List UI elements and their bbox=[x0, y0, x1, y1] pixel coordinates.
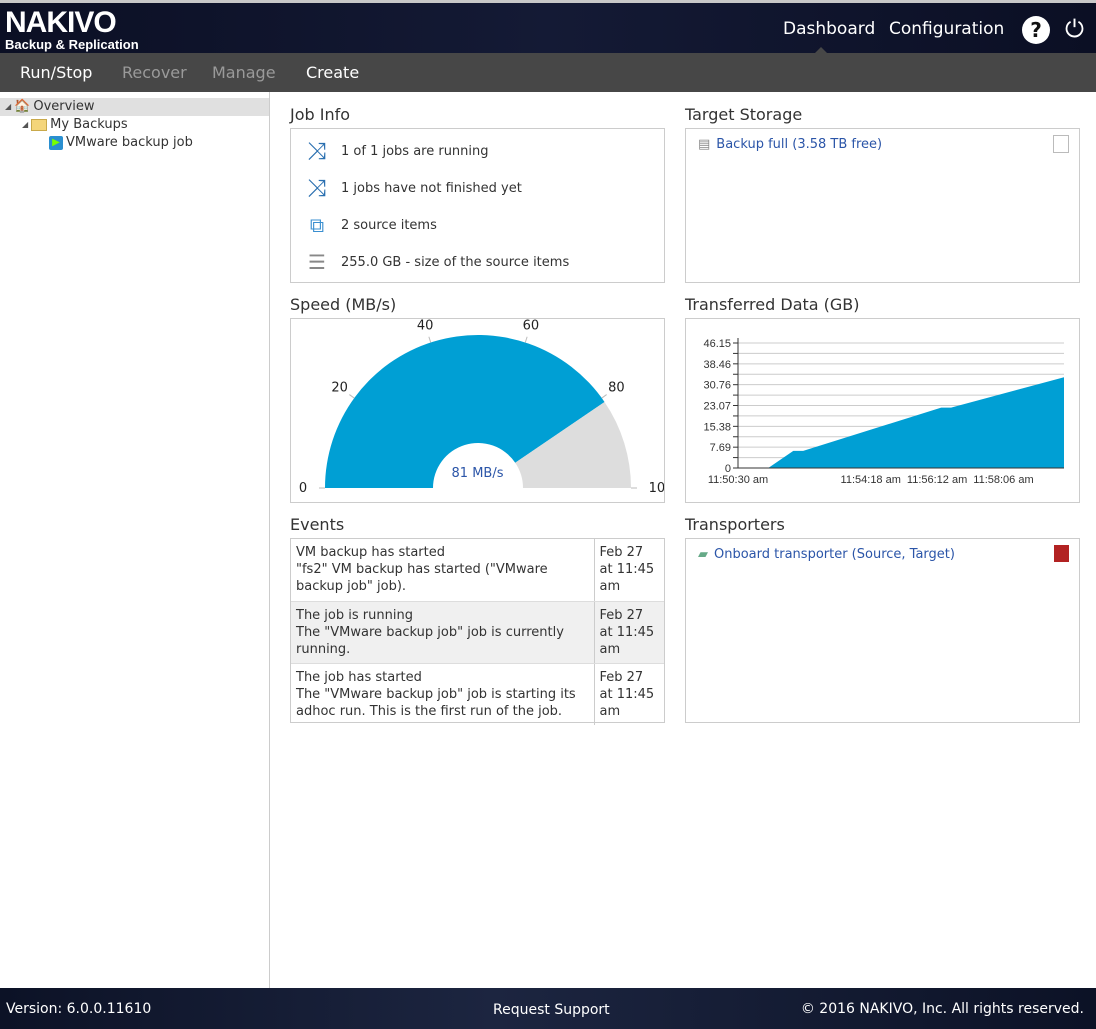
menu-bar: Run/Stop Recover Manage Create bbox=[0, 53, 1096, 92]
power-icon[interactable]: ⏻ bbox=[1065, 15, 1084, 43]
event-date: Feb 27 at 11:45 am bbox=[593, 663, 664, 725]
gauge-tick bbox=[349, 394, 355, 399]
tree-label: My Backups bbox=[50, 117, 128, 132]
gauge-tick-label: 80 bbox=[608, 380, 625, 395]
event-row[interactable]: The job has started The "VMware backup jo… bbox=[291, 663, 664, 725]
storage-item[interactable]: ▤ Backup full (3.58 TB free) bbox=[698, 137, 882, 152]
event-title: The job has started bbox=[296, 669, 422, 685]
gauge-tick-label: 100 bbox=[649, 481, 664, 496]
logo-subtitle: Backup & Replication bbox=[5, 37, 139, 52]
gauge-tick-label: 60 bbox=[523, 319, 540, 333]
storage-status-box bbox=[1053, 135, 1069, 153]
storage-icon: ▤ bbox=[698, 137, 711, 152]
storage-link[interactable]: Backup full (3.58 TB free) bbox=[716, 137, 882, 152]
tree-label: Overview bbox=[33, 99, 95, 114]
y-tick-label: 23.07 bbox=[703, 401, 731, 413]
header: NAKIVO Backup & Replication Dashboard Co… bbox=[0, 0, 1096, 56]
transporters-title: Transporters bbox=[685, 515, 785, 534]
event-title: VM backup has started bbox=[296, 545, 445, 561]
event-row[interactable]: The job is running The "VMware backup job… bbox=[291, 601, 664, 664]
y-tick-label: 38.46 bbox=[703, 359, 731, 371]
event-desc: The "VMware backup job" job is currently… bbox=[296, 624, 564, 657]
events-panel: VM backup has started "fs2" VM backup has… bbox=[290, 538, 665, 725]
source-items-icon: ⧉ bbox=[309, 213, 325, 237]
job-info-unfinished: 1 jobs have not finished yet bbox=[341, 180, 522, 196]
tree-label: VMware backup job bbox=[66, 135, 193, 150]
target-storage-panel: ▤ Backup full (3.58 TB free) bbox=[685, 128, 1080, 283]
footer: Version: 6.0.0.11610 Request Support © 2… bbox=[0, 988, 1096, 1029]
events-title: Events bbox=[290, 515, 345, 534]
gauge-tick-label: 0 bbox=[299, 481, 307, 496]
sidebar-tree: ◢ 🏠 Overview ◢ My Backups ▶ VMware backu… bbox=[0, 92, 270, 988]
y-tick-label: 7.69 bbox=[710, 442, 731, 454]
gauge-tick bbox=[524, 336, 528, 343]
speed-panel: 0 20 40 60 80 100 81 MB/s bbox=[290, 318, 673, 503]
x-tick-label: 11:56:12 am bbox=[907, 474, 967, 486]
events-table: VM backup has started "fs2" VM backup has… bbox=[291, 539, 664, 725]
gauge-tick bbox=[601, 394, 607, 399]
tree-item-my-backups[interactable]: ◢ My Backups bbox=[22, 116, 128, 134]
transferred-panel: 0 7.69 15.38 23.07 30.76 38.46 46.15 11:50:30 a… bbox=[685, 318, 1080, 503]
copyright-text: © 2016 NAKIVO, Inc. All rights reserved. bbox=[800, 1001, 1084, 1017]
gauge-tick bbox=[428, 336, 432, 343]
event-desc: "fs2" VM backup has started ("VMware bac… bbox=[296, 562, 548, 595]
running-jobs-icon: ⤨ bbox=[307, 137, 327, 165]
area-series bbox=[738, 377, 1064, 468]
menu-recover[interactable]: Recover bbox=[122, 63, 187, 82]
event-row[interactable]: VM backup has started "fs2" VM backup has… bbox=[291, 539, 664, 602]
transporter-icon: ▰ bbox=[698, 547, 708, 562]
target-storage-title: Target Storage bbox=[685, 105, 803, 124]
gauge-tick-label: 20 bbox=[331, 380, 348, 395]
y-tick-label: 15.38 bbox=[703, 421, 731, 433]
x-tick-label: 11:58:06 am bbox=[973, 474, 1033, 486]
transporter-status-indicator bbox=[1054, 545, 1069, 562]
vmware-job-icon: ▶ bbox=[49, 136, 63, 150]
expand-icon[interactable]: ◢ bbox=[5, 98, 11, 116]
menu-run-stop[interactable]: Run/Stop bbox=[20, 63, 92, 82]
y-tick-label: 46.15 bbox=[703, 338, 731, 350]
folder-icon bbox=[31, 119, 48, 131]
home-icon: 🏠 bbox=[14, 99, 31, 114]
expand-icon[interactable]: ◢ bbox=[22, 116, 28, 134]
event-date: Feb 27 at 11:45 am bbox=[593, 539, 664, 602]
transporters-panel: ▰ Onboard transporter (Source, Target) bbox=[685, 538, 1080, 723]
unfinished-jobs-icon: ⤨ bbox=[307, 174, 327, 202]
event-desc: The "VMware backup job" job is starting … bbox=[296, 686, 576, 719]
version-text: Version: 6.0.0.11610 bbox=[6, 1001, 152, 1017]
menu-manage[interactable]: Manage bbox=[212, 63, 276, 82]
job-info-title: Job Info bbox=[290, 105, 351, 124]
speed-value-label: 81 MB/s bbox=[451, 466, 504, 481]
tree-item-vmware-backup-job[interactable]: ▶ VMware backup job bbox=[49, 134, 193, 152]
event-title: The job is running bbox=[296, 607, 413, 623]
logo: NAKIVO bbox=[5, 6, 117, 39]
storage-size-icon: ☰ bbox=[308, 250, 326, 274]
nav-configuration[interactable]: Configuration bbox=[889, 19, 1004, 39]
transferred-chart: 07.6915.3823.0730.7638.4646.1511:50:30 a… bbox=[703, 338, 1064, 486]
x-tick-label: 11:50:30 am bbox=[708, 474, 768, 486]
speed-title: Speed (MB/s) bbox=[290, 295, 397, 314]
y-tick-label: 30.76 bbox=[703, 380, 731, 392]
job-info-source-items: 2 source items bbox=[341, 217, 437, 233]
menu-create[interactable]: Create bbox=[306, 63, 359, 82]
nav-dashboard[interactable]: Dashboard bbox=[783, 19, 875, 39]
request-support-link[interactable]: Request Support bbox=[493, 1002, 610, 1018]
transporter-link[interactable]: Onboard transporter (Source, Target) bbox=[714, 547, 955, 562]
event-date: Feb 27 at 11:45 am bbox=[593, 601, 664, 664]
job-info-panel: ⤨ 1 of 1 jobs are running ⤨ 1 jobs have no… bbox=[290, 128, 665, 283]
x-tick-label: 11:54:18 am bbox=[841, 474, 901, 486]
gauge-tick-label: 40 bbox=[417, 319, 434, 333]
job-info-running: 1 of 1 jobs are running bbox=[341, 143, 489, 159]
transporter-item[interactable]: ▰ Onboard transporter (Source, Target) bbox=[698, 547, 955, 562]
help-icon[interactable]: ? bbox=[1022, 16, 1050, 44]
transferred-title: Transferred Data (GB) bbox=[685, 295, 860, 314]
tree-item-overview[interactable]: ◢ 🏠 Overview bbox=[5, 98, 95, 116]
job-info-size: 255.0 GB - size of the source items bbox=[341, 254, 570, 270]
